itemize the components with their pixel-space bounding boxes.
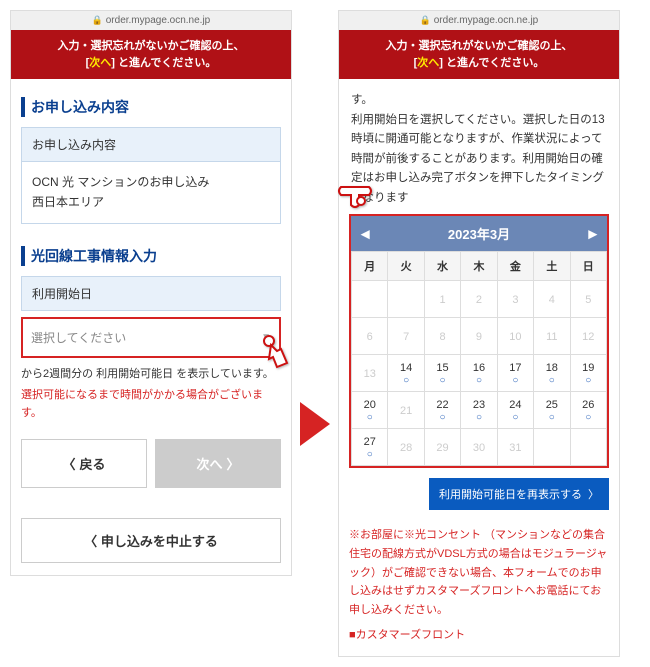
cal-day: 12: [570, 318, 606, 355]
lock-icon: 🔒: [420, 15, 431, 25]
cal-day[interactable]: 18○: [534, 355, 570, 392]
cal-day[interactable]: 19○: [570, 355, 606, 392]
cal-dow: 水: [424, 252, 460, 281]
flow-arrow-icon: [300, 402, 330, 446]
cal-day[interactable]: 25○: [534, 392, 570, 429]
calendar-header: ◀ 2023年3月 ▶: [351, 216, 607, 251]
cal-dow: 月: [352, 252, 388, 281]
cal-day: 13: [352, 355, 388, 392]
cal-day: 11: [534, 318, 570, 355]
url-bar: 🔒 order.mypage.ocn.ne.jp: [339, 11, 619, 30]
cal-day[interactable]: 15○: [424, 355, 460, 392]
note-range: から2週間分の 利用開始可能日 を表示しています。: [21, 366, 281, 384]
cal-dow: 火: [388, 252, 424, 281]
cal-day: 4: [534, 281, 570, 318]
section-title-application: お申し込み内容: [21, 97, 281, 117]
phone-right: 🔒 order.mypage.ocn.ne.jp 入力・選択忘れがないかご確認の…: [338, 10, 620, 657]
back-button[interactable]: 〈戻る: [21, 439, 147, 488]
cal-day[interactable]: 26○: [570, 392, 606, 429]
cal-day[interactable]: 16○: [461, 355, 497, 392]
calendar: ◀ 2023年3月 ▶ 月火水木金土日1234567891011121314○1…: [349, 214, 609, 468]
next-button[interactable]: 次へ〉: [155, 439, 281, 488]
url-bar: 🔒 order.mypage.ocn.ne.jp: [11, 11, 291, 30]
application-info: OCN 光 マンションのお申し込み 西日本エリア: [21, 162, 281, 224]
cal-day: 5: [570, 281, 606, 318]
cal-day: [388, 281, 424, 318]
cal-day: 7: [388, 318, 424, 355]
cal-day: 2: [461, 281, 497, 318]
cal-dow: 日: [570, 252, 606, 281]
cal-day[interactable]: 23○: [461, 392, 497, 429]
instruction-text: す。 利用開始日を選択してください。選択した日の13時頃に開通可能となりますが、…: [349, 91, 609, 208]
cancel-button[interactable]: 〈 申し込みを中止する: [21, 518, 281, 563]
chevron-down-icon: ▼: [261, 332, 271, 343]
redisplay-button[interactable]: 利用開始可能日を再表示する 〉: [429, 478, 609, 510]
cal-day: 1: [424, 281, 460, 318]
warning-banner: 入力・選択忘れがないかご確認の上、 [次へ] と進んでください。: [11, 30, 291, 79]
red-note: ※お部屋に※光コンセント （マンションなどの集合住宅の配線方式がVDSL方式の場…: [349, 526, 609, 619]
chevron-left-icon: 〈: [62, 454, 75, 473]
cal-day: 30: [461, 429, 497, 466]
start-date-select[interactable]: 選択してください ▼: [21, 317, 281, 358]
section-title-construction: 光回線工事情報入力: [21, 246, 281, 266]
note-delay: 選択可能になるまで時間がかかる場合がございます。: [21, 387, 281, 422]
cal-day: 8: [424, 318, 460, 355]
cal-day[interactable]: 27○: [352, 429, 388, 466]
cal-day: 10: [497, 318, 533, 355]
warning-banner: 入力・選択忘れがないかご確認の上、 [次へ] と進んでください。: [339, 30, 619, 79]
chevron-right-icon: 〉: [588, 486, 599, 502]
field-label-start-date: 利用開始日: [21, 276, 281, 311]
cal-day: 31: [497, 429, 533, 466]
lock-icon: 🔒: [92, 15, 103, 25]
cal-dow: 木: [461, 252, 497, 281]
cal-prev-icon[interactable]: ◀: [361, 227, 369, 240]
cal-day: 3: [497, 281, 533, 318]
cal-day: [534, 429, 570, 466]
cal-dow: 土: [534, 252, 570, 281]
cal-day[interactable]: 17○: [497, 355, 533, 392]
chevron-left-icon: 〈: [84, 534, 97, 549]
phone-left: 🔒 order.mypage.ocn.ne.jp 入力・選択忘れがないかご確認の…: [10, 10, 292, 576]
cal-day[interactable]: 20○: [352, 392, 388, 429]
cal-day[interactable]: 14○: [388, 355, 424, 392]
cal-day: 21: [388, 392, 424, 429]
cal-day: 6: [352, 318, 388, 355]
cal-day[interactable]: 24○: [497, 392, 533, 429]
cal-day[interactable]: 22○: [424, 392, 460, 429]
cal-day: 29: [424, 429, 460, 466]
cal-dow: 金: [497, 252, 533, 281]
field-label: お申し込み内容: [21, 127, 281, 162]
cal-day: [352, 281, 388, 318]
customers-front-label: ■カスタマーズフロント: [349, 626, 609, 645]
cal-day: 28: [388, 429, 424, 466]
cal-day: [570, 429, 606, 466]
cal-day: 9: [461, 318, 497, 355]
chevron-right-icon: 〉: [227, 454, 240, 473]
cal-next-icon[interactable]: ▶: [589, 227, 597, 240]
